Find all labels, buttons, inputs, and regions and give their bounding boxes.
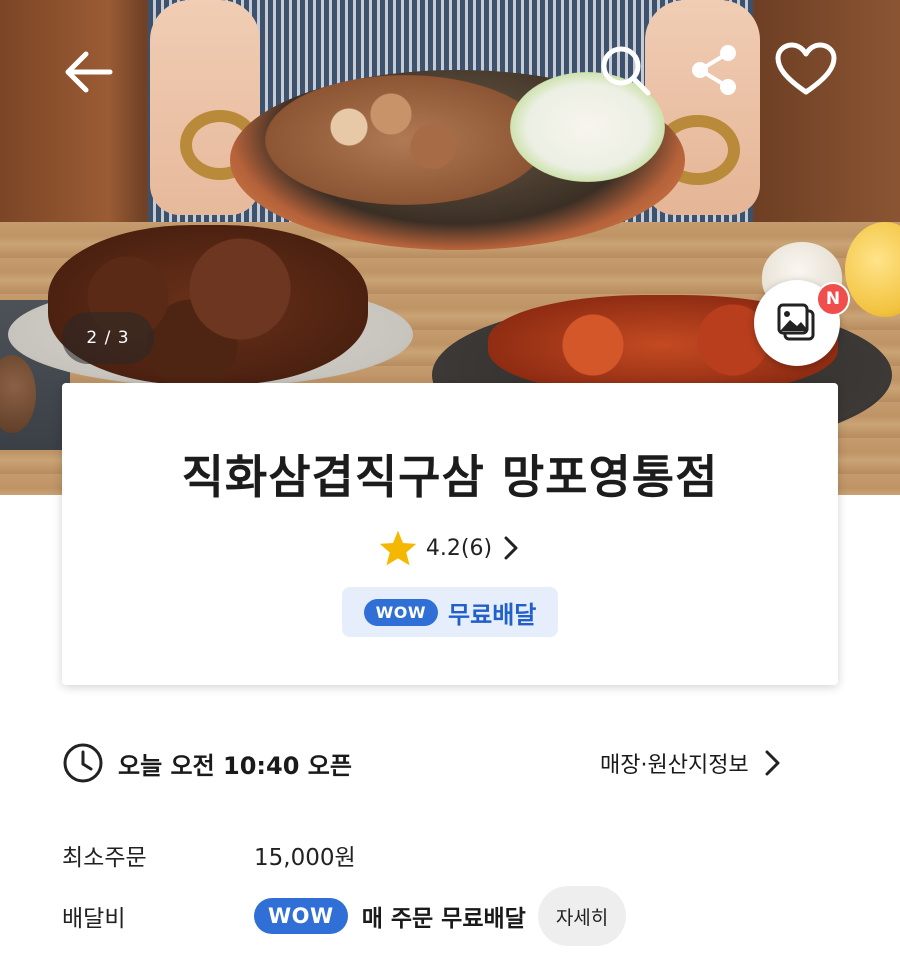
chevron-right-icon [504, 536, 518, 560]
search-icon [601, 46, 651, 96]
rating-link[interactable]: 4.2(6) [62, 529, 838, 567]
search-button[interactable] [597, 42, 653, 98]
wow-badge: WOW [363, 598, 439, 626]
share-icon [692, 45, 736, 95]
rating-value: 4.2(6) [425, 535, 493, 561]
clock-icon [63, 743, 103, 783]
min-order-row: 최소주문 15,000원 [62, 832, 842, 878]
wow-badge: WOW [254, 898, 348, 934]
photo-review-icon [777, 303, 815, 341]
wow-free-delivery-tag: WOW 무료배달 [342, 587, 558, 637]
delivery-fee-row: 배달비 WOW 매 주문 무료배달 자세히 [62, 884, 842, 948]
delivery-fee-label: 배달비 [62, 906, 126, 932]
delivery-fee-text: 매 주문 무료배달 [361, 906, 526, 932]
delivery-detail-button[interactable]: 자세히 [537, 886, 627, 946]
new-badge: N [816, 282, 850, 316]
min-order-label: 최소주문 [62, 845, 147, 871]
pork-belly-dish [265, 75, 545, 205]
share-button[interactable] [687, 42, 741, 98]
store-origin-info-label: 매장·원산지정보 [600, 753, 749, 778]
star-icon [379, 530, 417, 566]
min-order-value: 15,000원 [254, 845, 356, 871]
back-arrow-icon [65, 51, 113, 93]
back-button[interactable] [60, 48, 116, 96]
chevron-right-icon [765, 750, 780, 776]
photo-page-counter: 2 / 3 [62, 312, 154, 364]
heart-icon [775, 42, 837, 95]
store-origin-info-link[interactable]: 매장·원산지정보 [600, 740, 783, 786]
like-button[interactable] [774, 42, 838, 98]
store-info-card: 직화삼겹직구삼 망포영통점 4.2(6) WOW 무료배달 [62, 383, 838, 685]
free-delivery-label: 무료배달 [448, 600, 537, 629]
opening-hours-text: 오늘 오전 10:40 오픈 [118, 751, 352, 780]
store-name: 직화삼겹직구삼 망포영통점 [181, 450, 719, 504]
